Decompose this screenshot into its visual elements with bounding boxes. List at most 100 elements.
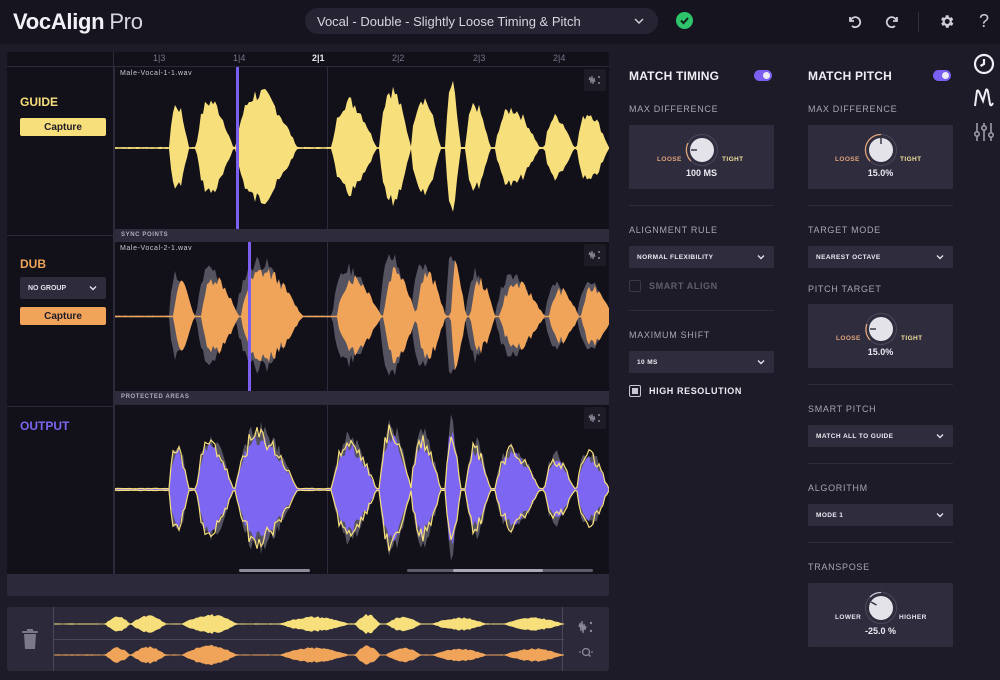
dub-group-dropdown[interactable]: NO GROUP bbox=[20, 277, 106, 299]
dub-waveform[interactable]: Male-Vocal-2-1.wav bbox=[115, 242, 609, 391]
knob-value: -25.0 % bbox=[864, 626, 897, 636]
ruler-tick: 1|4 bbox=[233, 53, 246, 63]
ruler-tick: 2|3 bbox=[473, 53, 486, 63]
knob-min-label: LOOSE bbox=[657, 156, 682, 163]
redo-button[interactable] bbox=[882, 11, 902, 31]
maximum-shift-value: 10 MS bbox=[637, 358, 658, 366]
chevron-down-icon bbox=[936, 434, 944, 439]
smart-pitch-value: MATCH ALL TO GUIDE bbox=[816, 432, 894, 440]
vocalign-window: VocAlign Pro Vocal - Double - Slightly Lo… bbox=[0, 0, 1000, 680]
header-divider bbox=[918, 12, 919, 32]
header-bar: VocAlign Pro Vocal - Double - Slightly Lo… bbox=[0, 0, 1000, 44]
knob-value: 100 MS bbox=[685, 168, 718, 178]
match-pitch-title: MATCH PITCH bbox=[808, 69, 892, 83]
pitch-target-control: LOOSE TIGHT 15.0% bbox=[808, 304, 953, 368]
maximum-shift-dropdown[interactable]: 10 MS bbox=[629, 351, 774, 373]
output-track-name: OUTPUT bbox=[20, 419, 70, 433]
waveform-zoom-icon bbox=[588, 250, 600, 260]
overview-waveform[interactable] bbox=[53, 607, 564, 671]
output-scrollbar[interactable] bbox=[407, 569, 593, 572]
sync-cursor[interactable] bbox=[236, 67, 239, 229]
preset-selector[interactable]: Vocal - Double - Slightly Loose Timing &… bbox=[305, 8, 658, 34]
knob-value: 15.0% bbox=[867, 347, 894, 357]
overview-guide-path bbox=[54, 613, 564, 635]
guide-track-header: GUIDE Capture bbox=[7, 67, 114, 235]
knob-value: 15.0% bbox=[867, 168, 894, 178]
smart-pitch-dropdown[interactable]: MATCH ALL TO GUIDE bbox=[808, 425, 953, 447]
algorithm-dropdown[interactable]: MODE 1 bbox=[808, 504, 953, 526]
guide-capture-button[interactable]: Capture bbox=[20, 118, 106, 136]
dub-capture-button[interactable]: Capture bbox=[20, 307, 106, 325]
sliders-icon[interactable] bbox=[972, 120, 996, 144]
target-mode-dropdown[interactable]: NEAREST OCTAVE bbox=[808, 246, 953, 268]
match-pitch-toggle[interactable] bbox=[933, 70, 951, 81]
dub-track-name: DUB bbox=[20, 257, 46, 271]
smart-pitch-label: SMART PITCH bbox=[808, 404, 877, 414]
max-difference-label: MAX DIFFERENCE bbox=[629, 104, 719, 114]
transpose-knob[interactable] bbox=[864, 591, 898, 625]
knob-max-label: TIGHT bbox=[900, 156, 922, 163]
guide-waveform-tool-button[interactable] bbox=[584, 69, 606, 91]
algorithm-label: ALGORITHM bbox=[808, 483, 868, 493]
dub-waveform-shape bbox=[115, 254, 609, 376]
sync-cursor[interactable] bbox=[248, 242, 251, 391]
guide-waveform[interactable]: Male-Vocal-1-1.wav bbox=[115, 67, 609, 229]
trash-icon[interactable] bbox=[21, 629, 39, 649]
guide-track-name: GUIDE bbox=[20, 95, 59, 109]
timeline-ruler[interactable]: 1|3 1|4 2|1 2|2 2|3 2|4 bbox=[7, 52, 609, 66]
dub-track-header: DUB NO GROUP Capture bbox=[7, 236, 114, 406]
knob-max-label: HIGHER bbox=[899, 614, 927, 621]
waveform-zoom-icon[interactable] bbox=[577, 618, 595, 636]
redo-icon bbox=[885, 15, 898, 28]
zoom-magnifier-icon[interactable] bbox=[577, 644, 595, 662]
preset-name: Vocal - Double - Slightly Loose Timing &… bbox=[317, 13, 581, 29]
match-timing-title: MATCH TIMING bbox=[629, 69, 720, 83]
ruler-tick: 2|4 bbox=[553, 53, 566, 63]
chevron-down-icon bbox=[757, 255, 765, 260]
chevron-down-icon bbox=[757, 360, 765, 365]
knob-max-label: TIGHT bbox=[722, 156, 744, 163]
undo-button[interactable] bbox=[844, 11, 864, 31]
algorithm-value: MODE 1 bbox=[816, 511, 844, 519]
overview-panel bbox=[7, 607, 609, 671]
smart-align-checkbox[interactable] bbox=[629, 280, 641, 292]
chevron-down-icon bbox=[89, 286, 97, 291]
transpose-label: TRANSPOSE bbox=[808, 562, 870, 572]
knob-min-label: LOOSE bbox=[835, 156, 860, 163]
high-resolution-checkbox[interactable] bbox=[629, 385, 641, 397]
output-scrollbar-left[interactable] bbox=[239, 569, 310, 572]
settings-panel: MATCH TIMING MAX DIFFERENCE LOOSE TIGHT … bbox=[616, 44, 966, 680]
app-title-bold: VocAlign bbox=[13, 9, 105, 34]
sync-points-lane[interactable]: SYNC POINTS bbox=[115, 229, 609, 242]
dub-waveform-path bbox=[115, 260, 609, 370]
alignment-rule-dropdown[interactable]: NORMAL FLEXIBILITY bbox=[629, 246, 774, 268]
target-mode-value: NEAREST OCTAVE bbox=[816, 253, 881, 261]
help-button[interactable]: ? bbox=[974, 11, 994, 31]
editor-footer bbox=[7, 574, 609, 596]
app-title-light: Pro bbox=[109, 9, 143, 34]
chevron-down-icon bbox=[634, 18, 644, 25]
settings-button[interactable] bbox=[936, 11, 956, 31]
protected-areas-lane[interactable]: PROTECTED AREAS bbox=[115, 391, 609, 404]
overview-dub-path bbox=[54, 644, 564, 666]
dub-group-value: NO GROUP bbox=[28, 284, 67, 292]
timing-max-difference-knob[interactable] bbox=[685, 133, 719, 167]
clock-icon[interactable] bbox=[972, 52, 996, 76]
app-logo: VocAlign Pro bbox=[13, 9, 143, 35]
output-waveform[interactable] bbox=[115, 405, 609, 574]
alignment-rule-label: ALIGNMENT RULE bbox=[629, 225, 718, 235]
pitch-max-difference-knob[interactable] bbox=[864, 133, 898, 167]
alignment-rule-value: NORMAL FLEXIBILITY bbox=[637, 253, 714, 261]
scrollbar-thumb[interactable] bbox=[453, 569, 543, 572]
high-resolution-label: HIGH RESOLUTION bbox=[649, 386, 743, 396]
timing-max-difference-control: LOOSE TIGHT 100 MS bbox=[629, 125, 774, 189]
match-timing-toggle[interactable] bbox=[754, 70, 772, 81]
pitch-target-knob[interactable] bbox=[864, 312, 898, 346]
output-waveform-tool-button[interactable] bbox=[584, 407, 606, 429]
gear-icon bbox=[940, 14, 953, 28]
dub-waveform-tool-button[interactable] bbox=[584, 244, 606, 266]
pitch-wave-icon[interactable] bbox=[972, 86, 996, 110]
guide-file-name: Male-Vocal-1-1.wav bbox=[120, 70, 193, 77]
knob-min-label: LOOSE bbox=[836, 335, 861, 342]
transpose-control: LOWER HIGHER -25.0 % bbox=[808, 583, 953, 647]
